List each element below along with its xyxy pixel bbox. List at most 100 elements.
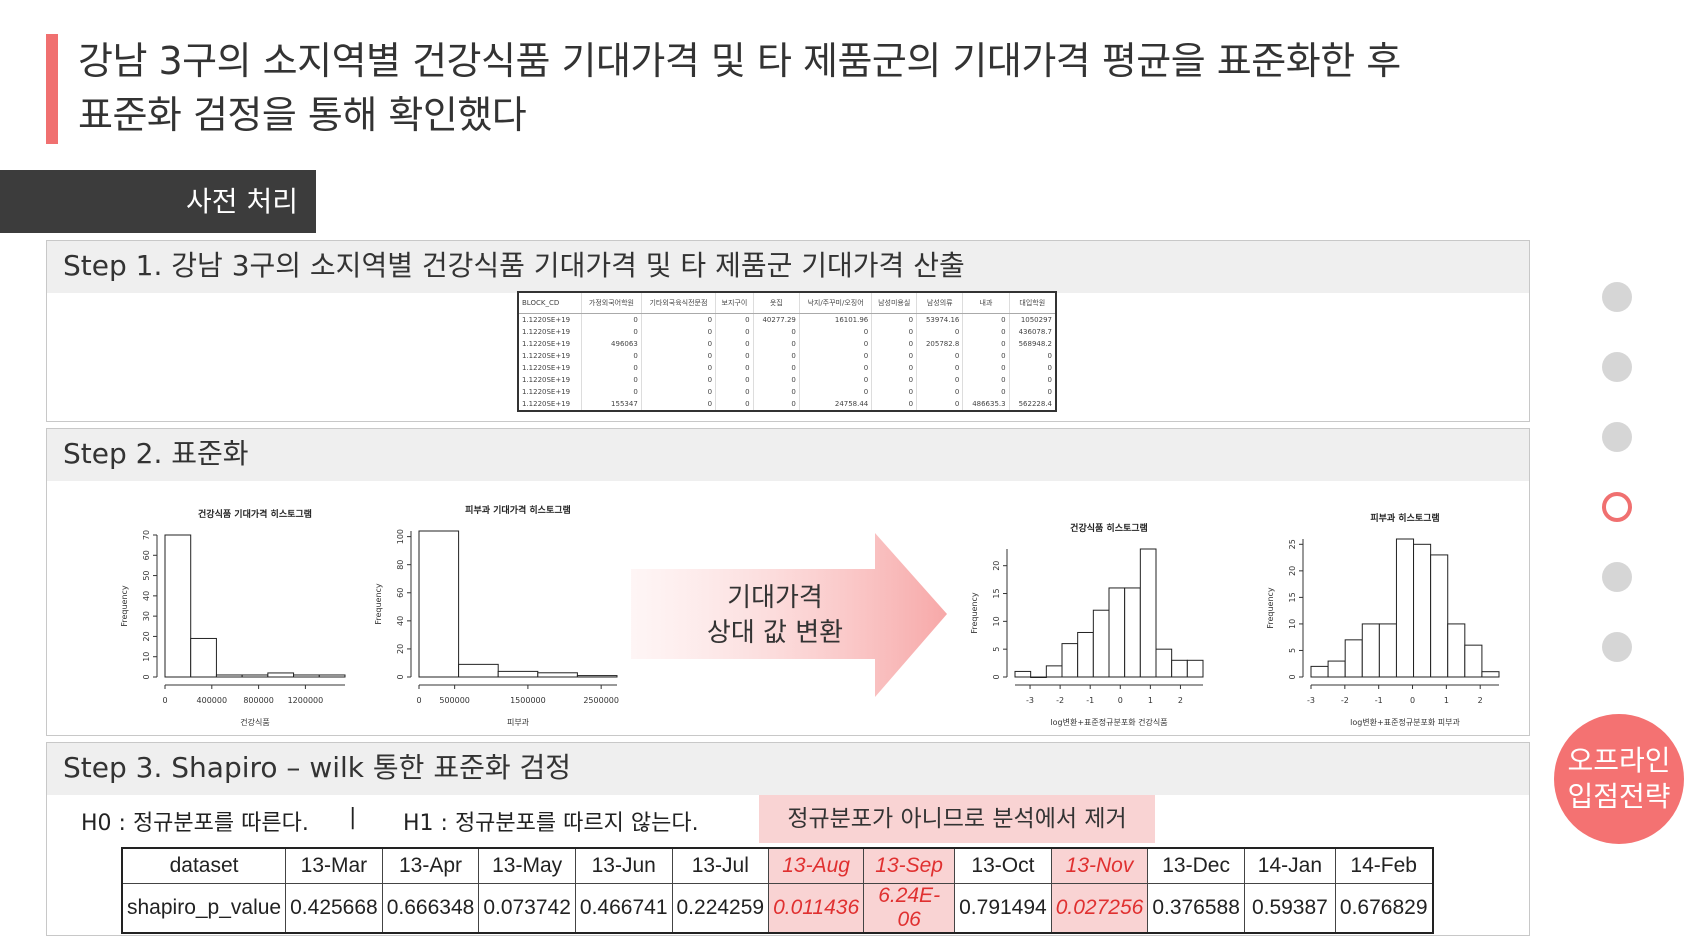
histogram-bar	[1014, 670, 1032, 678]
dataset-cell: 13-Nov	[1050, 847, 1149, 884]
pvalue-cell: 0.027256	[1050, 882, 1149, 933]
histogram-bar	[1077, 631, 1094, 678]
histogram-title: 건강식품 히스토그램	[1070, 522, 1148, 534]
nav-dot-2[interactable]	[1602, 352, 1632, 382]
hypothesis-h0: H0 : 정규분포를 따른다.	[81, 811, 309, 836]
nav-dot-5[interactable]	[1602, 562, 1632, 592]
table-cell: 1.1220SE+19	[517, 338, 582, 350]
table-cell: 0	[640, 350, 716, 362]
table-cell: 0	[752, 326, 800, 338]
nav-dot-3[interactable]	[1602, 422, 1632, 452]
table-cell: 0	[962, 374, 1010, 386]
table-cell: 0	[752, 386, 800, 398]
histogram-bar	[1108, 587, 1126, 678]
histogram-bar	[1447, 623, 1466, 678]
step1-heading: Step 1. 강남 3구의 소지역별 건강식품 기대가격 및 타 제품군 기대…	[47, 241, 1529, 293]
histogram-title: 피부과 히스토그램	[1370, 512, 1439, 524]
y-tick-label: 5	[1288, 648, 1297, 653]
y-tick-label: 80	[396, 560, 405, 570]
table-cell: 16101.96	[798, 313, 872, 326]
x-tick-label: -2	[1056, 696, 1064, 705]
y-tick-label: 100	[396, 529, 405, 544]
x-tick-label: 0	[1410, 696, 1415, 705]
table-cell: 0	[916, 326, 963, 338]
table-cell: 0	[581, 326, 642, 338]
table-cell: 1.1220SE+19	[517, 313, 582, 326]
nav-dot-6[interactable]	[1602, 632, 1632, 662]
row-label-pvalue: shapiro_p_value	[121, 882, 287, 933]
histogram-bar	[576, 675, 618, 678]
histogram-health-food-raw: 건강식품 기대가격 히스토그램 Frequency 0 10 20 30 40 50 60 70 0…	[120, 508, 346, 727]
histogram-bar	[1155, 648, 1173, 678]
table-cell: 0	[640, 313, 716, 326]
histogram-bar	[458, 663, 499, 678]
histogram-xlabel: log변환+표준정규분포화 건강식품	[1050, 717, 1167, 727]
standardization-figures: 건강식품 기대가격 히스토그램Frequency0102030405060700…	[120, 504, 1500, 727]
table-cell: 0	[962, 313, 1010, 326]
histogram-xlabel: log변환+표준정규분포화 피부과	[1350, 717, 1460, 727]
pvalue-cell: 0.011436	[768, 882, 865, 933]
table-cell: 0	[715, 338, 754, 350]
histogram-bar	[1310, 665, 1329, 678]
table-cell: 0	[798, 338, 872, 350]
nav-dot-1[interactable]	[1602, 282, 1632, 312]
table-cell: 0	[581, 362, 642, 374]
expected-price-table: BLOCK_CD 가정외국어학원 기타외국육식전문점 보지구이 옷집 낙지/주꾸미/오징어…	[517, 291, 1057, 412]
table-cell: 0	[871, 350, 917, 362]
table-header-cell: 남성미용실	[871, 292, 917, 314]
table-cell: 568948.2	[1008, 338, 1056, 350]
x-tick-label: 1200000	[288, 696, 324, 705]
table-row: 1.1220SE+19 155347 0 0 0 24758.44 0 0 486635.3 56…	[517, 398, 1056, 411]
histogram-bar	[241, 674, 269, 678]
histogram-bar	[1045, 665, 1063, 678]
page-title: 강남 3구의 소지역별 건강식품 기대가격 및 타 제품군의 기대가격 평균을 …	[78, 34, 1401, 142]
histogram-bar	[1139, 548, 1157, 678]
nav-dot-4[interactable]	[1602, 492, 1632, 522]
table-cell: 0	[640, 326, 716, 338]
y-tick-label: 20	[396, 644, 405, 654]
y-tick-label: 0	[396, 674, 405, 679]
pvalue-cell: 6.24E-06	[863, 882, 956, 933]
x-tick-label: 2500000	[583, 696, 619, 705]
dataset-cell: 13-Jul	[671, 847, 770, 884]
y-tick-label: 20	[1288, 566, 1297, 576]
histogram-bar	[1186, 659, 1204, 678]
section-tag: 사전 처리	[0, 170, 316, 233]
table-header-cell: 옷집	[752, 292, 800, 314]
table-cell: 0	[798, 386, 872, 398]
table-row: 1.1220SE+19 0 0 0 0 0 0 0 0 0	[517, 386, 1056, 398]
histogram-bar	[418, 530, 460, 678]
table-cell: 0	[916, 386, 963, 398]
table-cell: 24758.44	[798, 398, 872, 411]
y-tick-label: 20	[142, 631, 151, 641]
table-cell: 0	[798, 326, 872, 338]
table-cell: 436078.7	[1008, 326, 1056, 338]
table-header-cell: 낙지/주꾸미/오징어	[798, 292, 872, 314]
table-cell: 0	[715, 313, 754, 326]
table-header-cell: 보지구이	[715, 292, 754, 314]
table-cell: 0	[916, 350, 963, 362]
x-tick-label: -3	[1307, 696, 1315, 705]
pvalue-cell: 0.073742	[478, 882, 576, 933]
table-cell: 0	[1008, 350, 1056, 362]
x-tick-label: 500000	[439, 696, 470, 705]
table-cell: 0	[798, 362, 872, 374]
histogram-bar	[1464, 644, 1483, 678]
x-tick-label: 0	[162, 696, 167, 705]
step2-heading: Step 2. 표준화	[47, 429, 1529, 481]
table-row: 1.1220SE+19 0 0 0 0 0 0 0 0 0	[517, 374, 1056, 386]
table-cell: 1.1220SE+19	[517, 398, 582, 411]
offline-strategy-badge[interactable]: 오프라인 입점전략	[1554, 714, 1684, 844]
histogram-bar	[1327, 660, 1346, 678]
table-cell: 0	[962, 362, 1010, 374]
pvalue-cell: 0.425668	[285, 882, 383, 933]
histogram-bar	[293, 674, 320, 678]
removal-note: 정규분포가 아니므로 분석에서 제거	[759, 795, 1155, 843]
x-tick-label: -2	[1341, 696, 1349, 705]
y-tick-label: 0	[1288, 674, 1297, 679]
dataset-cell: 13-Dec	[1147, 847, 1245, 884]
y-tick-label: 5	[992, 647, 1001, 652]
table-cell: 0	[871, 338, 917, 350]
histogram-bar	[1361, 623, 1380, 678]
table-cell: 1.1220SE+19	[517, 350, 582, 362]
